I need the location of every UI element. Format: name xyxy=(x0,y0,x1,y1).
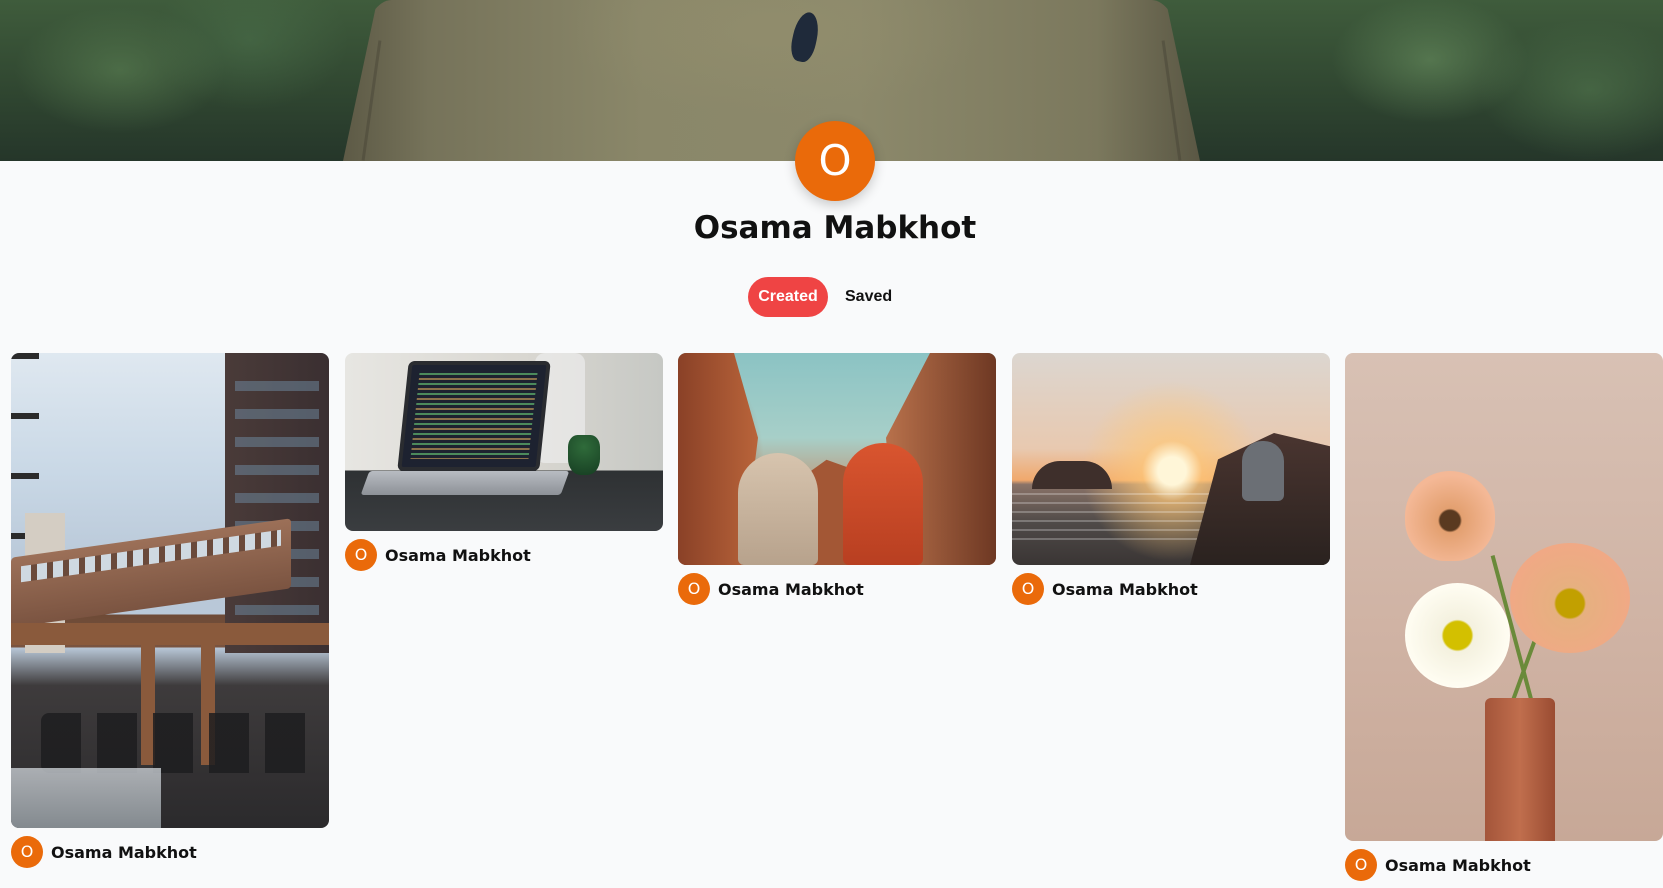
pin-author-name[interactable]: Osama Mabkhot xyxy=(1385,856,1531,875)
pin-author-row[interactable]: O Osama Mabkhot xyxy=(678,573,996,605)
pin-card[interactable]: O Osama Mabkhot xyxy=(345,353,663,571)
cover-shirt xyxy=(343,0,1200,161)
pin-author-name[interactable]: Osama Mabkhot xyxy=(718,580,864,599)
pin-card[interactable]: O Osama Mabkhot xyxy=(11,353,329,868)
pin-author-row[interactable]: O Osama Mabkhot xyxy=(11,836,329,868)
avatar[interactable]: O xyxy=(1012,573,1044,605)
avatar[interactable]: O xyxy=(1345,849,1377,881)
pin-author-name[interactable]: Osama Mabkhot xyxy=(51,843,197,862)
pin-image[interactable] xyxy=(678,353,996,565)
pin-author-name[interactable]: Osama Mabkhot xyxy=(1052,580,1198,599)
profile-tabs: Created Saved xyxy=(748,277,901,317)
pin-image[interactable] xyxy=(1012,353,1330,565)
tab-created[interactable]: Created xyxy=(748,277,828,317)
pin-author-name[interactable]: Osama Mabkhot xyxy=(385,546,531,565)
avatar[interactable]: O xyxy=(678,573,710,605)
pin-author-row[interactable]: O Osama Mabkhot xyxy=(1012,573,1330,605)
pin-card[interactable]: O Osama Mabkhot xyxy=(678,353,996,605)
pin-card[interactable]: O Osama Mabkhot xyxy=(1345,353,1663,881)
profile-name: Osama Mabkhot xyxy=(693,210,977,246)
pin-author-row[interactable]: O Osama Mabkhot xyxy=(1345,849,1663,881)
pin-author-row[interactable]: O Osama Mabkhot xyxy=(345,539,663,571)
pin-image[interactable] xyxy=(11,353,329,828)
tab-saved[interactable]: Saved xyxy=(836,277,901,317)
pin-image[interactable] xyxy=(345,353,663,531)
pin-image[interactable] xyxy=(1345,353,1663,841)
avatar[interactable]: O xyxy=(11,836,43,868)
avatar[interactable]: O xyxy=(345,539,377,571)
pin-card[interactable]: O Osama Mabkhot xyxy=(1012,353,1330,605)
profile-avatar[interactable]: O xyxy=(795,121,875,201)
